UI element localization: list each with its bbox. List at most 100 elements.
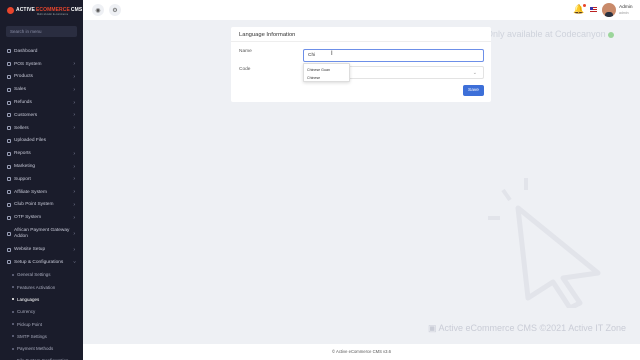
dropdown-option[interactable]: Chinese Guan [304, 66, 349, 74]
sidebar-item[interactable]: Club Point System › [0, 199, 83, 212]
sidebar-item[interactable]: Affiliate System › [0, 186, 83, 199]
user-role: admin [619, 11, 629, 15]
sidebar-item-label: Affiliate System [14, 189, 47, 195]
settings-icon[interactable]: ⚙ [109, 4, 121, 16]
chevron-right-icon: › [73, 61, 75, 68]
chevron-right-icon: › [73, 176, 75, 183]
sidebar-item-label: Customers [14, 112, 38, 118]
chevron-right-icon: › [73, 112, 75, 119]
name-label: Name [239, 49, 252, 54]
submenu-item[interactable]: SMTP Settings [0, 330, 83, 342]
user-icon [7, 126, 11, 131]
submenu-item-label: General Settings [17, 272, 51, 278]
cart-icon: ▣ [428, 323, 439, 333]
box-icon [7, 74, 11, 79]
submenu-item-label: SMTP Settings [17, 333, 47, 339]
language-form-card: Language Information Name Chi I Code ⌄ C… [231, 27, 491, 102]
logo[interactable]: ACTIVE ECOMMERCE CMS Multi-Vendor E-comm… [0, 0, 83, 20]
pos-icon [7, 62, 11, 67]
bullet-icon [12, 310, 14, 313]
sidebar-item[interactable]: Customers › [0, 109, 83, 122]
users-icon [7, 113, 11, 118]
notification-badge [583, 4, 587, 7]
sidebar-nav: Dashboard POS System › Products › Sales › Refun… [0, 45, 83, 360]
sidebar-item-label: Dashboard [14, 48, 38, 54]
chevron-down-icon: ⌄ [472, 70, 477, 76]
sidebar-item[interactable]: Website Setup › [0, 243, 83, 256]
submenu-item[interactable]: Features Activation [0, 281, 83, 293]
sidebar-item[interactable]: OTP System › [0, 211, 83, 224]
money-icon [7, 87, 11, 92]
sidebar-item-label: OTP System [14, 215, 42, 221]
status-dot-icon [607, 31, 614, 38]
sidebar-item[interactable]: Sales › [0, 83, 83, 96]
sidebar-item[interactable]: Reports › [0, 147, 83, 160]
menu-search-input[interactable]: Search in menu [6, 26, 77, 37]
sidebar-item-label: Setup & Configurations [14, 259, 64, 265]
submenu-item-label: Payment Methods [17, 346, 54, 352]
submenu-item[interactable]: General Settings [0, 269, 83, 281]
sidebar-item-label: African Payment Gateway Addon [14, 227, 70, 239]
sidebar-item[interactable]: Setup & Configurations › [0, 256, 83, 269]
cursor-watermark-icon [488, 178, 601, 308]
sidebar-item[interactable]: Products › [0, 71, 83, 84]
user-name: Admin [619, 5, 633, 10]
sidebar-item[interactable]: Refunds › [0, 96, 83, 109]
logo-tagline: Multi-Vendor E-commerce [37, 13, 69, 16]
submenu-item-label: Features Activation [17, 284, 56, 290]
bullet-icon [12, 347, 14, 350]
chevron-right-icon: › [71, 261, 78, 264]
backward-icon [7, 100, 11, 105]
code-label: Code [239, 67, 251, 72]
sidebar-item-label: Products [14, 74, 33, 80]
submenu-item[interactable]: Payment Methods [0, 343, 83, 355]
divider [231, 41, 491, 42]
sidebar-item[interactable]: POS System › [0, 58, 83, 71]
watermark-bottom: ▣ Active eCommerce CMS ©2021 Active IT Z… [428, 323, 627, 333]
sidebar-item[interactable]: African Payment Gateway Addon › [0, 224, 83, 243]
dropdown-option[interactable]: Chinese [304, 74, 349, 82]
folder-icon [7, 138, 11, 143]
chevron-right-icon: › [73, 73, 75, 80]
language-flag-icon[interactable] [590, 7, 597, 12]
globe-icon[interactable]: ◉ [92, 4, 104, 16]
sidebar-item-label: Marketing [14, 164, 36, 170]
chevron-right-icon: › [73, 150, 75, 157]
footer: © Active eCommerce CMS v3.6 [83, 344, 640, 360]
chevron-right-icon: › [73, 189, 75, 196]
sidebar-item[interactable]: Dashboard [0, 45, 83, 58]
logo-icon [7, 6, 14, 14]
bullhorn-icon [7, 164, 11, 169]
text-cursor-icon: I [331, 51, 333, 57]
sidebar-item[interactable]: Support › [0, 173, 83, 186]
bullet-icon [12, 286, 14, 289]
dashboard-icon [7, 260, 11, 265]
chevron-right-icon: › [73, 214, 75, 221]
sidebar-item[interactable]: Marketing › [0, 160, 83, 173]
sidebar-item-label: Uploaded Files [14, 138, 46, 144]
file-icon [7, 151, 11, 156]
submenu-item[interactable]: Currency [0, 306, 83, 318]
setup-submenu: General Settings Features Activation Langu… [0, 269, 83, 360]
bullet-icon [12, 298, 14, 301]
sidebar-item[interactable]: Uploaded Files [0, 135, 83, 148]
avatar[interactable] [602, 3, 616, 17]
submenu-item[interactable]: File System Configuration [0, 355, 83, 360]
submenu-item-label: Languages [17, 296, 40, 302]
sidebar-item-label: Club Point System [14, 202, 54, 208]
submenu-item[interactable]: Pickup Point [0, 318, 83, 330]
coin-icon [7, 202, 11, 207]
desktop-icon [7, 247, 11, 252]
save-button[interactable]: Save [463, 85, 484, 96]
chevron-right-icon: › [73, 230, 75, 237]
sidebar-item[interactable]: Sellers › [0, 122, 83, 135]
chevron-right-icon: › [73, 201, 75, 208]
chevron-right-icon: › [73, 86, 75, 93]
sidebar-item-label: POS System [14, 61, 42, 67]
sidebar-item-label: Support [14, 176, 31, 182]
notification-bell-icon[interactable]: 🔔 [573, 4, 587, 15]
card-title: Language Information [239, 32, 296, 38]
submenu-item-label: Pickup Point [17, 321, 43, 327]
link-icon [7, 190, 11, 195]
submenu-item[interactable]: Languages [0, 293, 83, 305]
